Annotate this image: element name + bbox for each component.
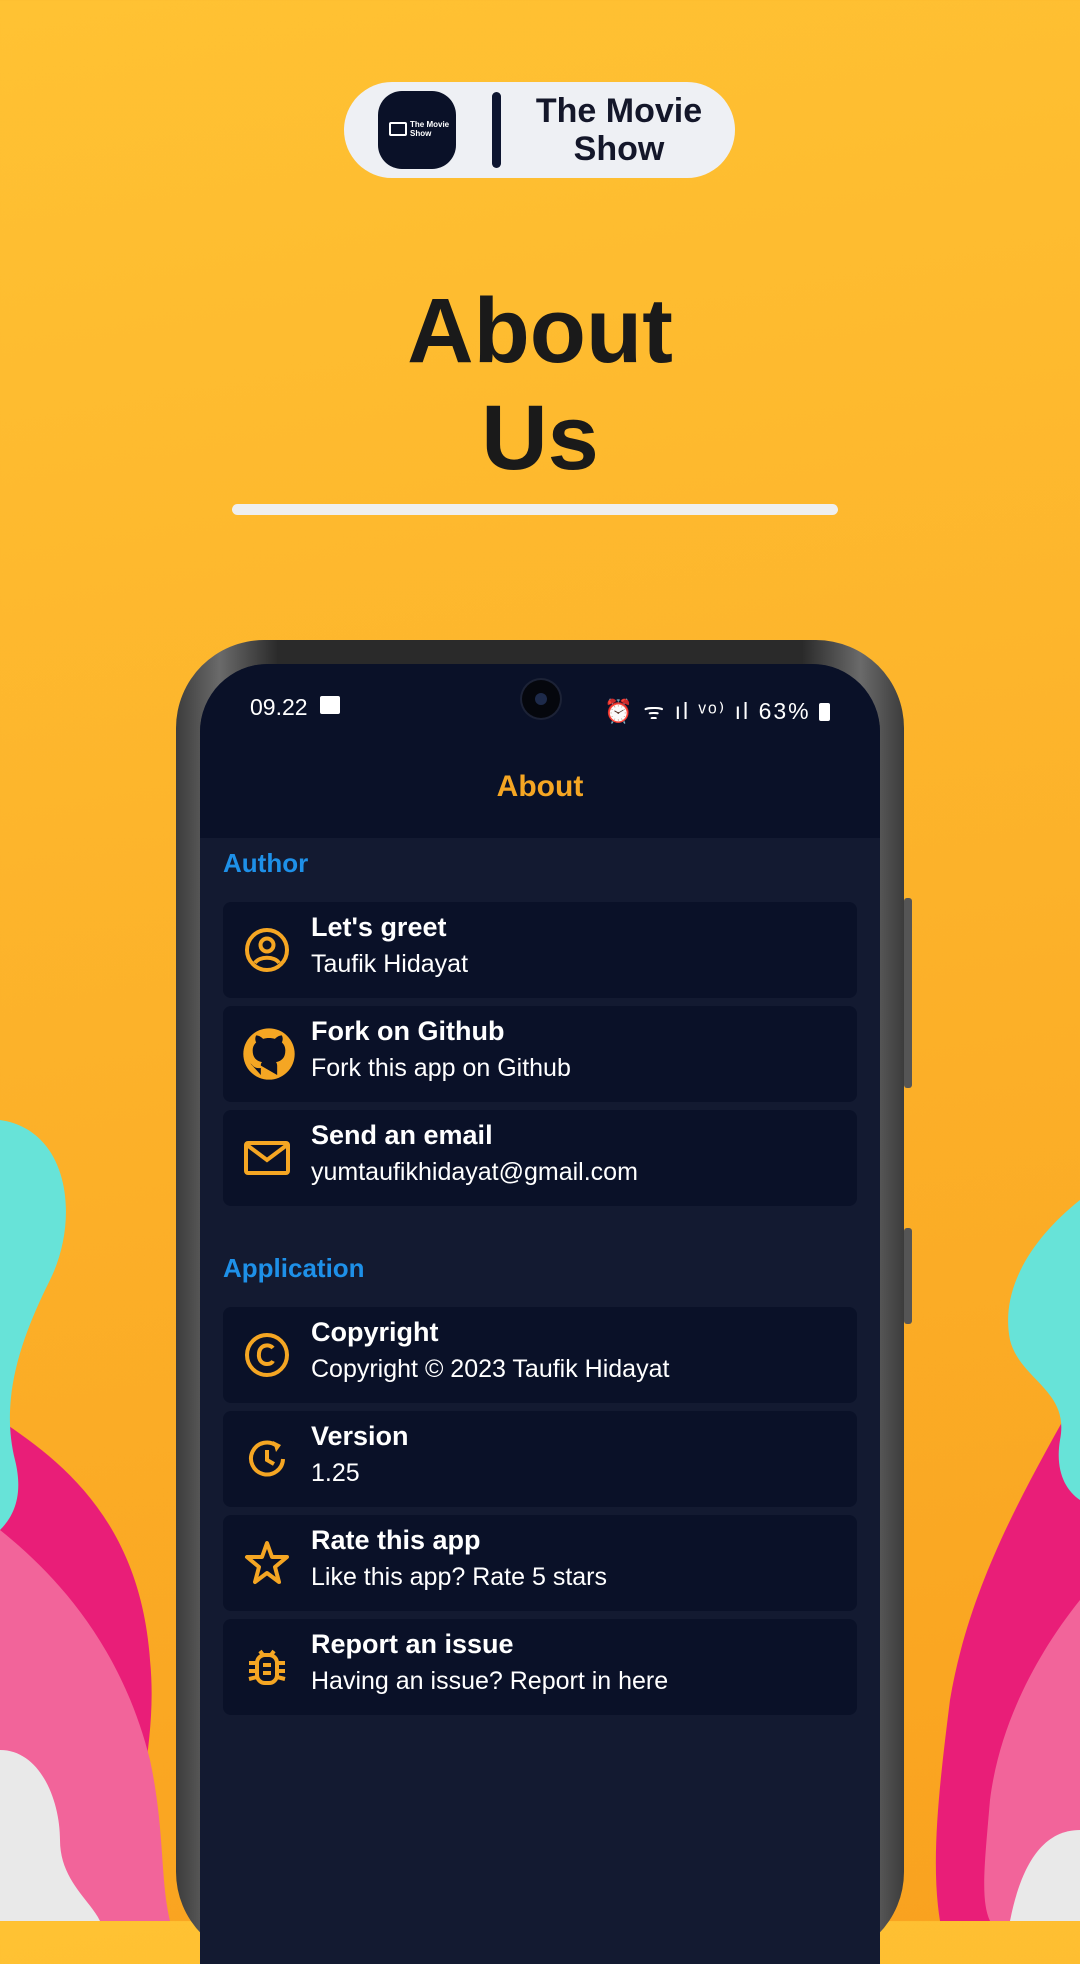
app-bar-title: About	[496, 770, 584, 803]
phone-side-button	[904, 898, 912, 1088]
item-subtitle: 1.25	[311, 1459, 360, 1487]
section-header-application: Application	[223, 1253, 365, 1283]
copyright-icon	[245, 1333, 289, 1377]
front-camera	[522, 680, 560, 718]
item-title: Report an issue	[311, 1629, 514, 1659]
update-clock-icon	[249, 1440, 285, 1477]
logo-text: The Movie Show	[410, 120, 450, 138]
star-icon	[245, 1541, 289, 1584]
status-time: 09.22	[250, 694, 308, 720]
film-icon	[389, 122, 407, 136]
mail-icon	[244, 1141, 290, 1175]
item-title: Copyright	[311, 1317, 439, 1347]
github-icon	[243, 1028, 295, 1080]
status-icons: ⏰ ᯤ ıl ᵛᵒ⁾ ıl 63%	[604, 694, 830, 726]
status-bar: 09.22 ⏰ ᯤ ıl ᵛᵒ⁾ ıl 63%	[200, 664, 880, 744]
left-decorative-blobs	[0, 1120, 170, 1921]
item-title: Version	[311, 1421, 409, 1451]
list-item-rate-app[interactable]: Rate this app Like this app? Rate 5 star…	[223, 1515, 857, 1611]
list-item-version[interactable]: Version 1.25	[223, 1411, 857, 1507]
bug-icon	[248, 1649, 286, 1685]
list-item-report-issue[interactable]: Report an issue Having an issue? Report …	[223, 1619, 857, 1715]
battery-percent: 63%	[758, 698, 811, 724]
gallery-notification-icon	[320, 696, 340, 714]
app-bar: About	[200, 744, 880, 838]
phone-side-button	[904, 1228, 912, 1324]
app-logo: The Movie Show	[378, 91, 456, 169]
list-item-lets-greet[interactable]: Let's greet Taufik Hidayat	[223, 902, 857, 998]
item-title: Send an email	[311, 1120, 493, 1150]
item-subtitle: Taufik Hidayat	[311, 950, 469, 978]
item-title: Fork on Github	[311, 1016, 505, 1046]
brand-badge: The Movie Show The Movie Show	[344, 82, 735, 178]
user-circle-icon	[245, 928, 289, 972]
section-header-author: Author	[223, 848, 309, 878]
item-subtitle: Copyright © 2023 Taufik Hidayat	[311, 1355, 670, 1383]
list-item-send-email[interactable]: Send an email yumtaufikhidayat@gmail.com	[223, 1110, 857, 1206]
brand-name: The Movie Show	[535, 92, 703, 168]
list-item-copyright[interactable]: Copyright Copyright © 2023 Taufik Hidaya…	[223, 1307, 857, 1403]
brand-divider	[492, 92, 501, 168]
hero-title-line2: Us	[481, 387, 599, 489]
hero-underline	[232, 504, 838, 515]
item-title: Rate this app	[311, 1525, 481, 1555]
hero-title: About Us	[0, 278, 1080, 492]
item-subtitle: yumtaufikhidayat@gmail.com	[311, 1158, 638, 1186]
item-subtitle: Having an issue? Report in here	[311, 1667, 669, 1695]
item-subtitle: Fork this app on Github	[311, 1054, 571, 1082]
status-indicator-icons: ⏰ ᯤ ıl ᵛᵒ⁾ ıl	[604, 698, 751, 724]
item-subtitle: Like this app? Rate 5 stars	[311, 1563, 607, 1591]
phone-screen: 09.22 ⏰ ᯤ ıl ᵛᵒ⁾ ıl 63% About Author Let…	[200, 664, 880, 1964]
item-title: Let's greet	[311, 912, 447, 942]
hero-title-line1: About	[407, 280, 673, 382]
list-item-fork-github[interactable]: Fork on Github Fork this app on Github	[223, 1006, 857, 1102]
battery-icon	[819, 703, 830, 721]
